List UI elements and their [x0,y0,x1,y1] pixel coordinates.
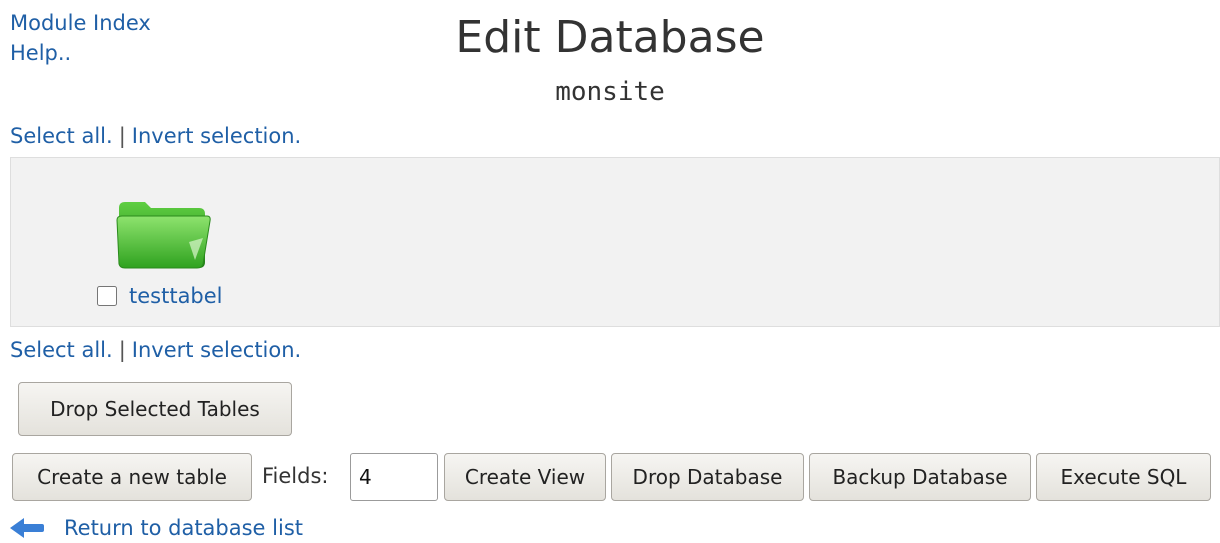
database-name: monsite [555,77,665,107]
invert-selection-link[interactable]: Invert selection. [132,124,301,148]
drop-selected-tables-button[interactable]: Drop Selected Tables [18,382,292,436]
selection-separator: | [118,124,126,148]
table-name-link[interactable]: testtabel [129,284,223,308]
select-all-link[interactable]: Select all. [10,124,113,148]
execute-sql-button[interactable]: Execute SQL [1036,453,1211,501]
folder-icon[interactable] [115,198,211,272]
return-to-database-list-link[interactable]: Return to database list [64,516,303,540]
backup-database-button[interactable]: Backup Database [809,453,1031,501]
fields-count-input[interactable] [350,453,438,501]
page-title: Edit Database [455,12,765,63]
fields-label: Fields: [262,464,329,488]
back-arrow-icon[interactable] [10,517,44,539]
create-table-button[interactable]: Create a new table [12,453,252,501]
table-checkbox[interactable] [97,286,117,306]
table-list-panel: testtabel [10,157,1220,327]
drop-database-button[interactable]: Drop Database [611,453,804,501]
selection-separator: | [118,338,126,362]
selection-controls-top: Select all. | Invert selection. [10,122,301,150]
selection-controls-bottom: Select all. | Invert selection. [10,336,301,364]
create-view-button[interactable]: Create View [444,453,606,501]
invert-selection-link[interactable]: Invert selection. [132,338,301,362]
select-all-link[interactable]: Select all. [10,338,113,362]
